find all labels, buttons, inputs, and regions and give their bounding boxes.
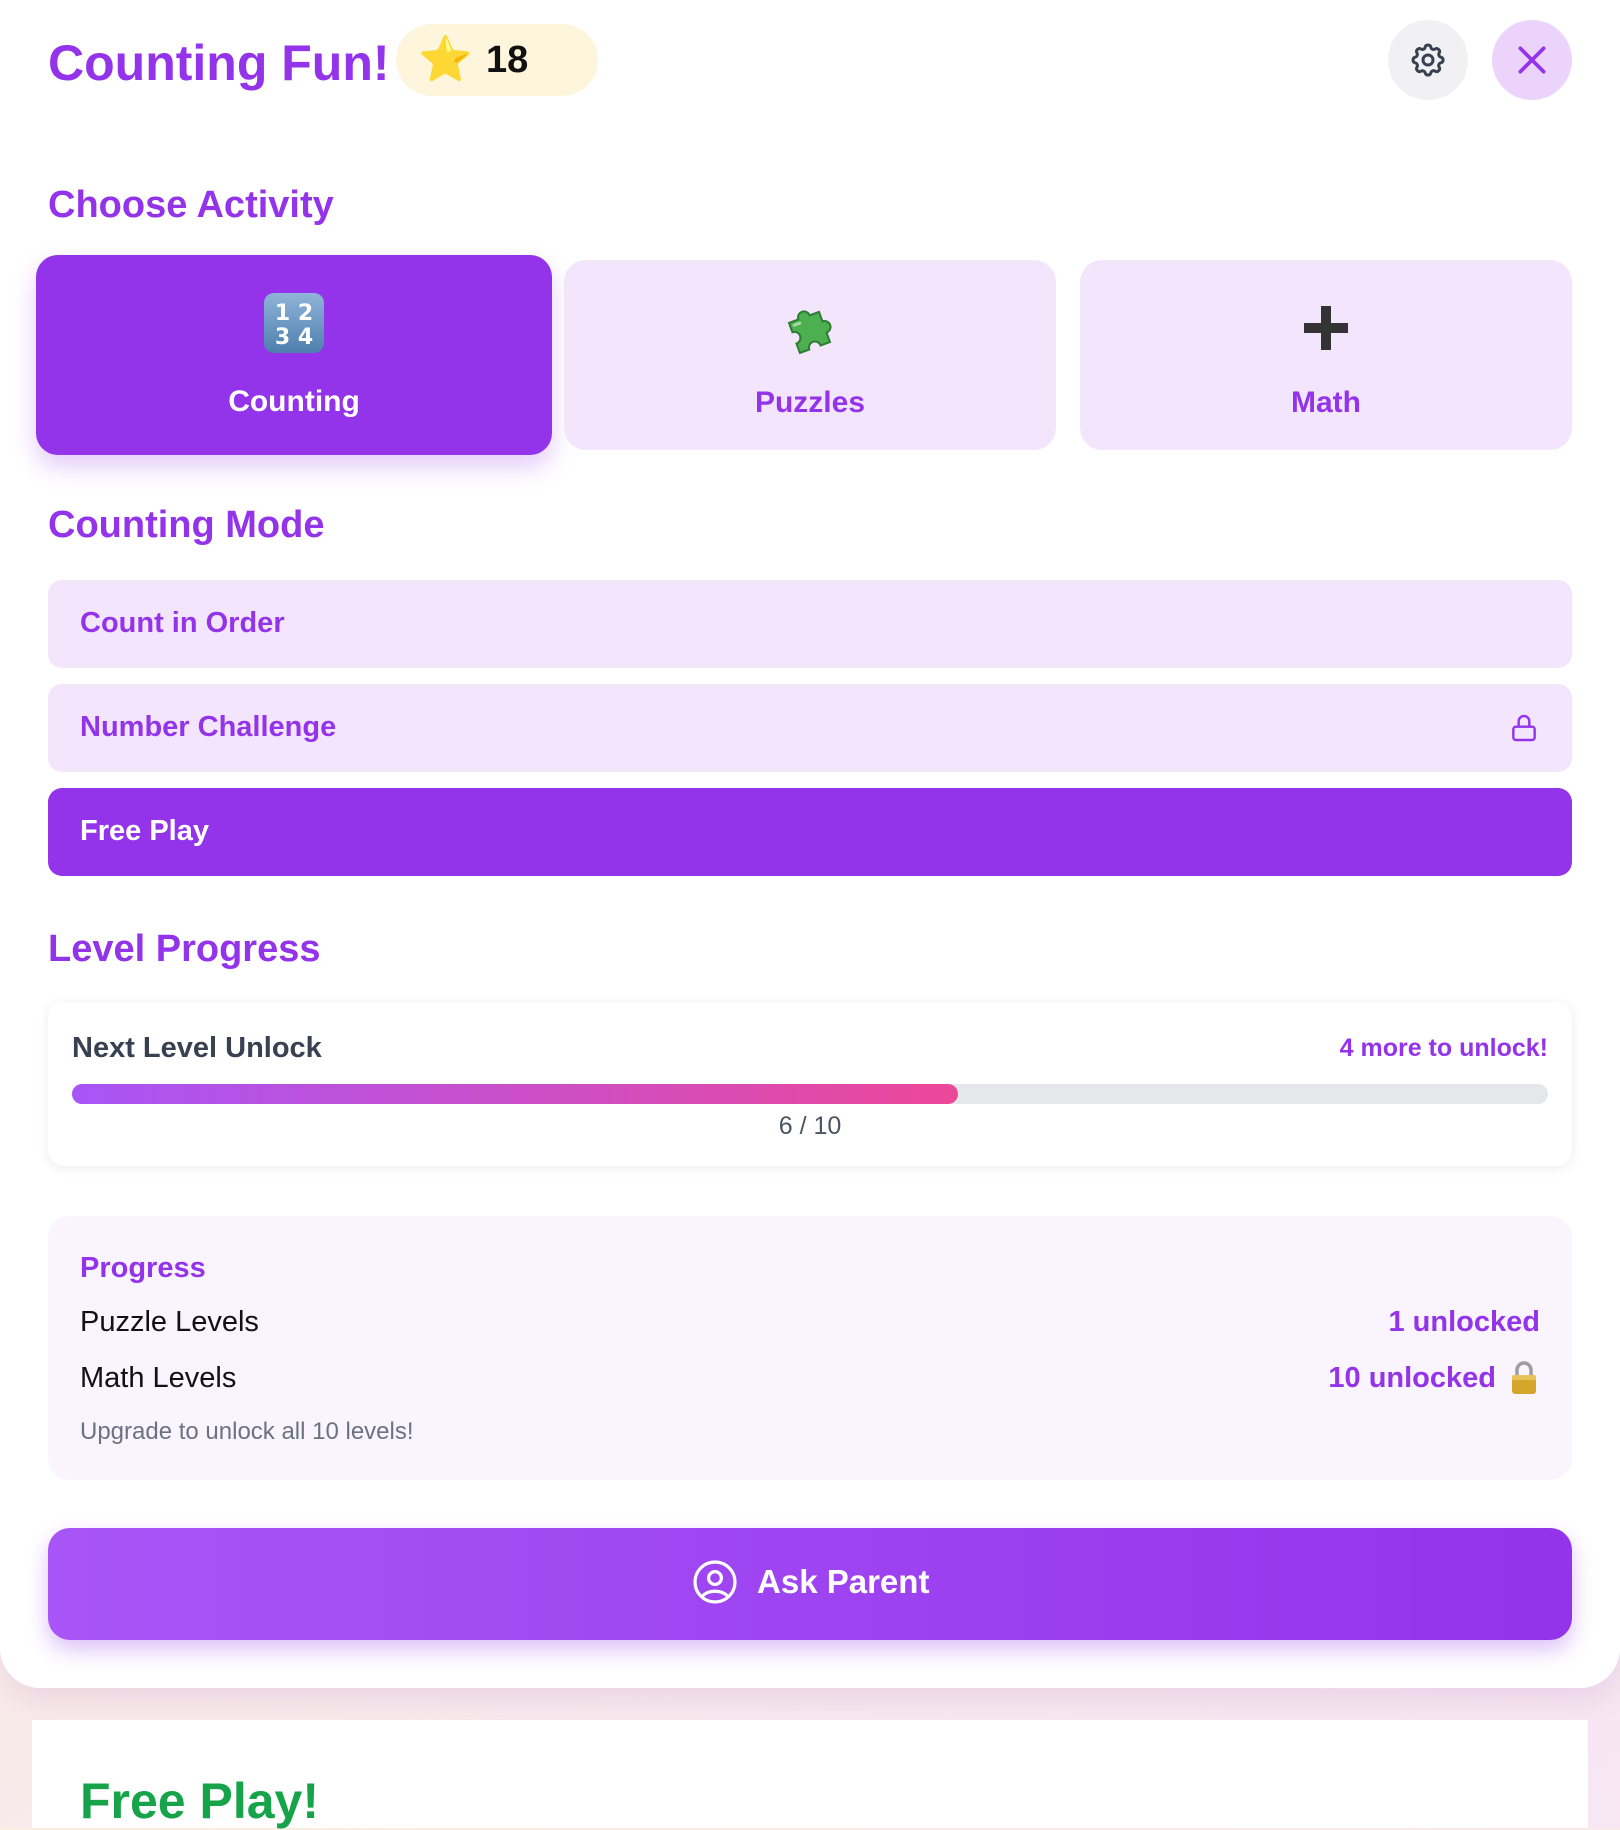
activity-math-card[interactable]: Math [1080, 260, 1572, 450]
activity-math-label: Math [1291, 386, 1361, 419]
upgrade-note: Upgrade to unlock all 10 levels! [80, 1418, 414, 1445]
mode-number-challenge[interactable]: Number Challenge [48, 684, 1572, 772]
app-title: Counting Fun! [48, 35, 390, 91]
main-panel: Counting Fun! ⭐ 18 Choose Activity 1 2 3… [0, 0, 1620, 1688]
close-button[interactable] [1492, 20, 1572, 100]
user-circle-icon [692, 1560, 737, 1604]
lock-icon [1512, 714, 1536, 742]
settings-button[interactable] [1388, 20, 1468, 100]
next-level-label: Next Level Unlock [72, 1032, 322, 1064]
gear-icon [1411, 43, 1445, 77]
svg-text:1 2: 1 2 [275, 301, 313, 326]
close-icon [1518, 46, 1546, 74]
level-progress-fill [72, 1084, 958, 1104]
level-progress-bar [72, 1084, 1548, 1104]
counting-mode-heading: Counting Mode [48, 504, 325, 546]
puzzle-piece-icon [564, 296, 1056, 360]
activity-counting-card[interactable]: 1 2 3 4 Counting [36, 255, 552, 455]
puzzle-levels-label: Puzzle Levels [80, 1306, 259, 1338]
activity-puzzles-label: Puzzles [754, 386, 866, 419]
svg-text:3 4: 3 4 [275, 325, 313, 350]
math-levels-value: 10 unlocked [1328, 1362, 1496, 1394]
mode-label: Free Play [80, 815, 209, 847]
mode-label: Number Challenge [80, 711, 337, 743]
progress-title: Progress [80, 1252, 206, 1284]
star-count-badge: ⭐ 18 [396, 24, 598, 96]
mode-free-play[interactable]: Free Play [48, 788, 1572, 876]
activity-counting-label: Counting [228, 385, 360, 418]
progress-summary: Progress Puzzle Levels 1 unlocked Math L… [48, 1216, 1572, 1480]
free-play-title: Free Play! [80, 1773, 320, 1829]
level-progress-heading: Level Progress [48, 928, 321, 970]
star-icon: ⭐ [418, 35, 473, 84]
activity-puzzles-card[interactable]: Puzzles [564, 260, 1056, 450]
star-count: 18 [486, 39, 529, 81]
mode-count-in-order[interactable]: Count in Order [48, 580, 1572, 668]
math-levels-label: Math Levels [80, 1362, 237, 1394]
puzzle-levels-value: 1 unlocked [1388, 1306, 1541, 1338]
plus-icon [1080, 296, 1572, 360]
level-progress-fraction: 6 / 10 [778, 1112, 842, 1140]
ask-parent-label: Ask Parent [757, 1563, 930, 1600]
keycap-1234-icon: 1 2 3 4 [36, 291, 552, 355]
free-play-card: Free Play! [32, 1720, 1588, 1829]
ask-parent-button[interactable]: Ask Parent [48, 1528, 1572, 1640]
next-level-card: Next Level Unlock 4 more to unlock! 6 / … [48, 1002, 1572, 1166]
header: Counting Fun! ⭐ 18 [48, 20, 1572, 108]
mode-label: Count in Order [80, 607, 285, 639]
unlock-hint: 4 more to unlock! [1339, 1034, 1548, 1062]
padlock-icon [1512, 1361, 1536, 1394]
choose-activity-heading: Choose Activity [48, 184, 334, 226]
